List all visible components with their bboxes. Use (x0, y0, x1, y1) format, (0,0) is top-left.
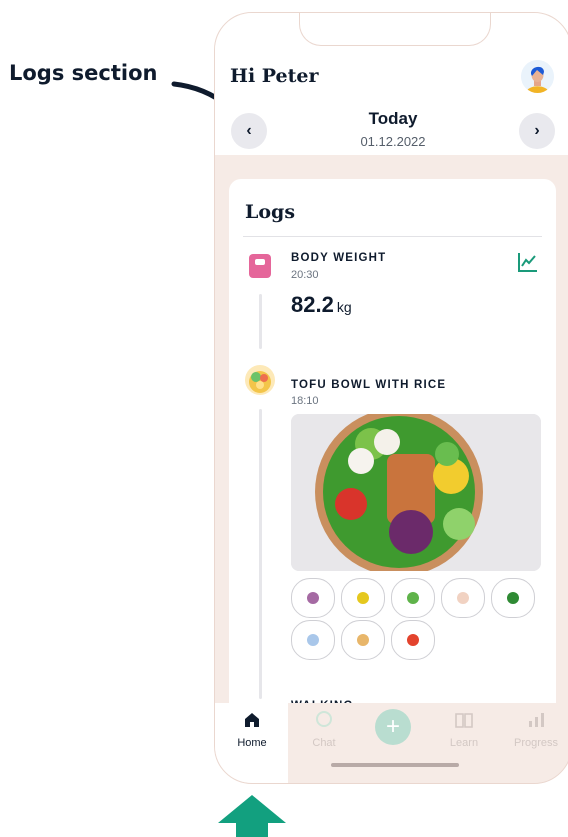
corn-icon (357, 592, 369, 604)
tofu-icon (357, 634, 369, 646)
rice-chip[interactable] (291, 620, 335, 660)
avatar[interactable] (521, 60, 554, 93)
egg-icon (457, 592, 469, 604)
up-arrow-icon (218, 795, 286, 837)
corn-chip[interactable] (341, 578, 385, 618)
home-indicator (331, 763, 459, 767)
divider (243, 236, 542, 237)
rice-icon (307, 634, 319, 646)
chat-icon (316, 711, 332, 727)
entry-title-tofu-bowl: TOFU BOWL WITH RICE (291, 379, 447, 391)
tomato-icon (407, 634, 419, 646)
plus-icon: + (385, 713, 400, 740)
tab-label-chat: Chat (312, 737, 336, 749)
entry-time-body-weight: 20:30 (291, 269, 319, 281)
cucumber-chip[interactable] (391, 578, 435, 618)
date-value: 01.12.2022 (360, 134, 426, 149)
logs-title: Logs (245, 201, 296, 223)
logs-card: Logs BODY WEIGHT 20:30 82.2 kg TOFU BOWL … (229, 179, 556, 739)
device-notch (299, 13, 491, 46)
beans-icon (307, 592, 319, 604)
spinach-icon (507, 592, 519, 604)
spinach-chip[interactable] (491, 578, 535, 618)
tab-bar: Home Chat + Learn Progress (215, 703, 568, 783)
home-icon (245, 713, 259, 727)
cucumber-icon (407, 592, 419, 604)
phone-frame: Hi Peter ‹ › Today 01.12.2022 Logs BODY … (214, 12, 568, 784)
egg-chip[interactable] (441, 578, 485, 618)
entry-time-tofu-bowl: 18:10 (291, 395, 319, 407)
timeline-line (259, 409, 262, 699)
weight-value: 82.2 (291, 292, 334, 317)
book-icon (455, 713, 473, 728)
bar-chart-icon (529, 713, 544, 727)
tab-label-progress: Progress (513, 737, 559, 749)
greeting: Hi Peter (230, 65, 319, 87)
add-log-button[interactable]: + (375, 709, 411, 745)
bowl-icon (245, 365, 275, 395)
scale-icon (249, 254, 271, 278)
tab-label-learn: Learn (449, 737, 479, 749)
weight-unit: kg (336, 299, 352, 315)
line-chart-icon[interactable] (517, 251, 539, 273)
beans-chip[interactable] (291, 578, 335, 618)
entry-title-body-weight: BODY WEIGHT (291, 252, 387, 264)
date-title: Today (368, 109, 418, 128)
tomato-chip[interactable] (391, 620, 435, 660)
weight-value-row: 82.2 kg (291, 292, 352, 318)
tab-label-home: Home (237, 737, 267, 749)
avatar-icon (521, 60, 554, 93)
tofu-chip[interactable] (341, 620, 385, 660)
timeline-line (259, 294, 262, 349)
meal-photo[interactable] (291, 414, 541, 571)
